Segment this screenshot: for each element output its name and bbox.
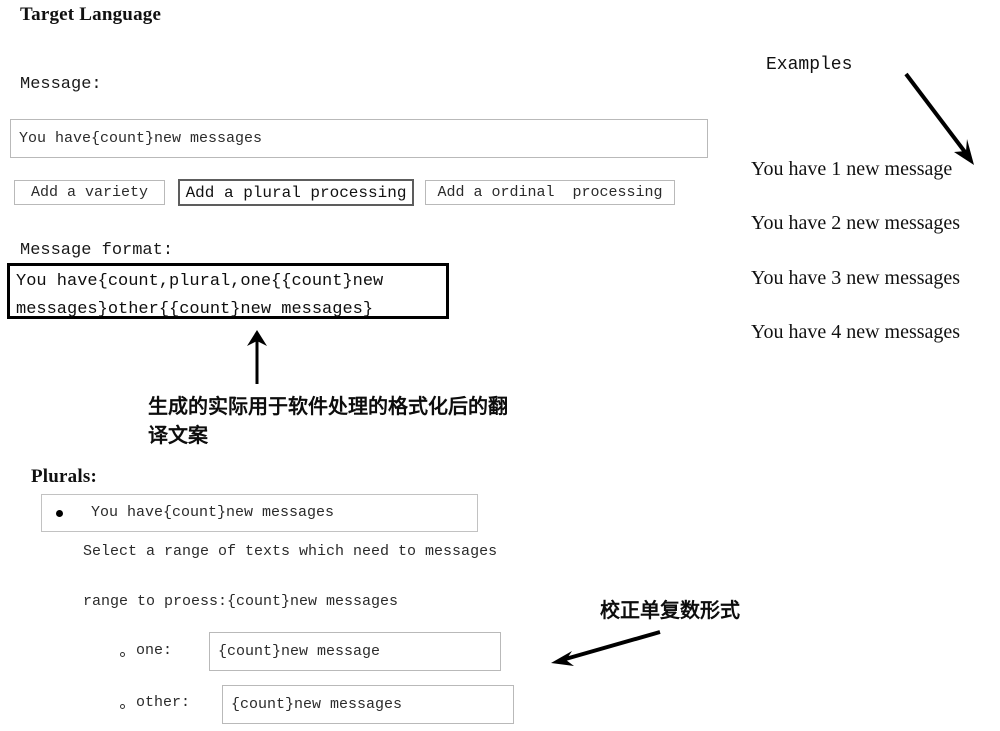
example-item: You have 2 new messages	[751, 212, 961, 234]
one-form-bullet-icon	[120, 652, 125, 657]
format-annotation-line-2: 译文案	[148, 423, 208, 447]
target-language-screen: Target Language Message: You have{count}…	[0, 0, 1000, 731]
plurals-source-row[interactable]: You have{count}new messages	[41, 494, 478, 532]
message-input[interactable]: You have{count}new messages	[10, 119, 708, 158]
example-item: You have 3 new messages	[751, 267, 961, 289]
examples-annotation-arrow-icon	[898, 68, 984, 168]
add-a-ordinal-processing-button[interactable]: Add a ordinal processing	[425, 180, 675, 205]
format-annotation-line-1: 生成的实际用于软件处理的格式化后的翻	[148, 394, 508, 418]
format-annotation-text: 生成的实际用于软件处理的格式化后的翻 译文案	[148, 392, 588, 450]
one-form-input[interactable]: {count}new message	[209, 632, 501, 671]
page-title: Target Language	[20, 4, 162, 25]
example-item: You have 1 new message	[751, 158, 953, 180]
message-format-label: Message format:	[20, 241, 174, 260]
example-item: You have 4 new messages	[751, 321, 961, 343]
format-annotation-arrow-icon	[232, 328, 282, 384]
other-form-input-value: {count}new messages	[231, 696, 403, 713]
message-format-box[interactable]: You have{count,plural,one{{count}new mes…	[7, 263, 449, 319]
bullet-icon	[56, 509, 63, 517]
add-a-plural-processing-button-label: Add a plural processing	[185, 183, 407, 202]
other-form-input[interactable]: {count}new messages	[222, 685, 514, 724]
add-a-ordinal-processing-button-label: Add a ordinal processing	[437, 184, 663, 201]
other-form-label: other:	[136, 694, 191, 711]
add-a-plural-processing-button[interactable]: Add a plural processing	[178, 179, 414, 206]
add-a-variety-button-label: Add a variety	[30, 184, 149, 201]
add-a-variety-button[interactable]: Add a variety	[14, 180, 165, 205]
message-input-value: You have{count}new messages	[19, 130, 263, 147]
examples-title: Examples	[766, 55, 853, 75]
message-format-line-2: messages}other{{count}new messages}	[16, 300, 374, 319]
plurals-hint-line: Select a range of texts which need to me…	[83, 543, 498, 560]
other-form-bullet-icon	[120, 704, 125, 709]
one-form-label: one:	[136, 642, 173, 659]
plural-annotation-text: 校正单复数形式	[600, 598, 740, 622]
plurals-label: Plurals:	[31, 466, 97, 487]
plurals-source-text: You have{count}new messages	[91, 504, 335, 521]
plurals-range-line: range to proess:{count}new messages	[83, 593, 399, 610]
message-format-line-1: You have{count,plural,one{{count}new	[16, 272, 384, 291]
message-label: Message:	[20, 75, 102, 94]
plural-annotation-arrow-icon	[548, 626, 668, 670]
one-form-input-value: {count}new message	[218, 643, 381, 660]
